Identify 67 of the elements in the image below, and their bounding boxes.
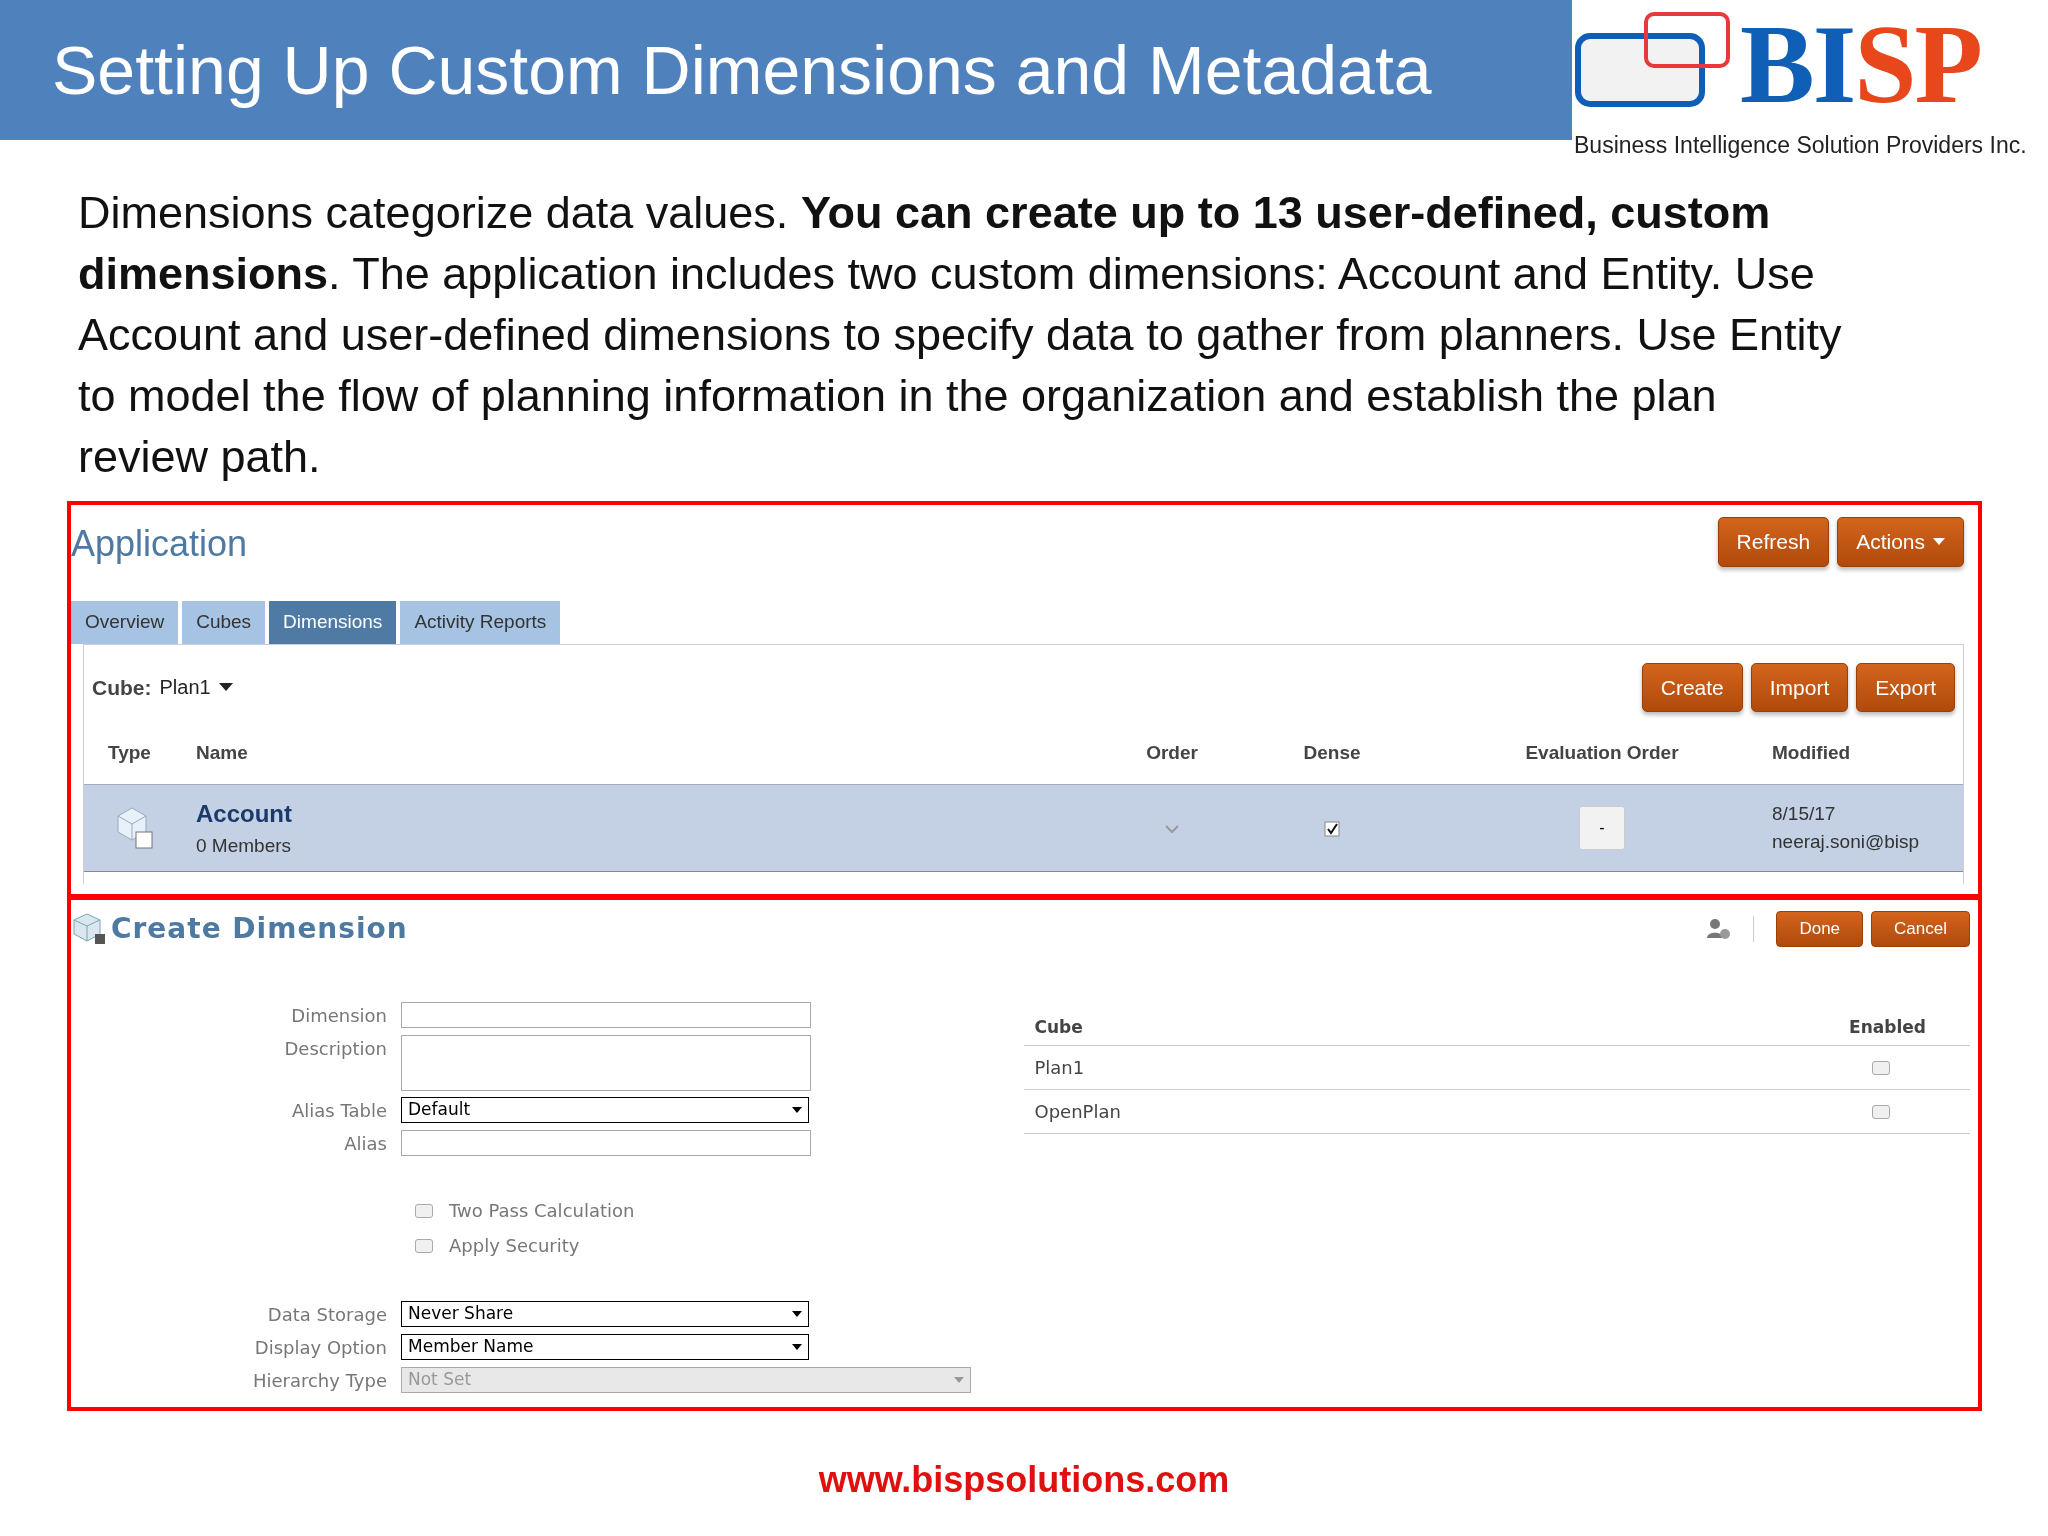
logo-wordmark: BISP [1740,20,1981,110]
table-row[interactable]: Account 0 Members - 8/15/17 neeraj.soni@bisp [84,784,1963,872]
cube-label: Cube: [92,674,152,701]
done-button[interactable]: Done [1776,911,1864,947]
column-header: Cube [1034,1015,1083,1039]
field-label: Description [283,1037,388,1061]
cube-name: OpenPlan [1034,1100,1121,1124]
dropdown-field[interactable]: Default [401,1097,809,1123]
caret-icon [792,1344,802,1350]
toolbar-button[interactable]: Import [1750,662,1849,712]
page-title: Application [71,522,248,566]
checkbox-label: Two Pass Calculation [449,1199,635,1223]
panel-title: Create Dimension [111,911,408,947]
intro-paragraph: Dimensions categorize data values. You can create up to 13 user-defined, custom dimensions. The application includes two custom dimensions: Account and Entity. Use Account and user-defined dimensions to specify data to gather from planners. Use Entity to model the flow of planning information in the organization and establish the plan review path. [78,186,1843,484]
cube-icon [71,912,107,946]
toolbar-button[interactable]: Export [1856,662,1955,712]
checkbox[interactable] [415,1238,433,1253]
tab[interactable]: Cubes [182,601,266,644]
tab[interactable]: Activity Reports [400,601,561,644]
caret-icon [792,1107,802,1113]
caret-icon [1933,537,1945,546]
column-header: Order [1146,741,1198,763]
field-label: Data Storage [266,1303,388,1327]
text-field[interactable] [401,1002,811,1028]
chevron-icon [1165,824,1179,833]
website-link[interactable]: www.bispsolutions.com [818,1459,1230,1500]
checkbox[interactable] [1324,820,1340,837]
column-header: Name [196,741,248,763]
slide-title: Setting Up Custom Dimensions and Metadata [52,31,1432,110]
checkbox[interactable] [415,1203,433,1218]
checkbox[interactable] [1872,1104,1890,1119]
caret-icon [792,1311,802,1317]
checkbox[interactable] [1872,1060,1890,1075]
column-header: Modified [1772,741,1851,763]
cancel-button[interactable]: Cancel [1871,911,1970,947]
tab[interactable]: Dimensions [269,601,397,644]
text-field[interactable] [401,1130,811,1156]
modified-date: 8/15/17 [1772,801,1837,826]
evaluation-order-button[interactable]: - [1579,806,1625,850]
column-header: Enabled [1849,1015,1926,1039]
actions-menu-button[interactable]: Actions [1837,517,1964,567]
field-label: Display Option [253,1336,388,1360]
logo-tagline: Business Intelligence Solution Providers Inc. [1574,131,2028,160]
modified-by: neeraj.soni@bisp [1772,830,1921,854]
column-header: Dense [1303,741,1361,763]
field-label: Hierarchy Type [251,1369,388,1393]
member-count: 0 Members [196,833,293,858]
column-header: Type [108,741,151,763]
dimension-name[interactable]: Account [196,795,1112,832]
tab[interactable]: Overview [71,601,179,644]
cube-selector[interactable]: Plan1 [159,672,211,703]
dropdown-field[interactable]: Never Share [401,1301,809,1327]
user-settings-icon [1707,918,1732,940]
field-label: Alias [343,1132,388,1156]
dropdown-field[interactable]: Member Name [401,1334,809,1360]
field-label: Dimension [290,1004,388,1028]
caret-icon [218,682,233,692]
dropdown-field: Not Set [401,1367,971,1393]
column-header: Evaluation Order [1525,741,1679,763]
text-area[interactable] [401,1035,811,1091]
cube-name: Plan1 [1034,1056,1085,1080]
cube-icon [114,806,154,850]
refresh-button[interactable]: Refresh [1717,517,1830,567]
field-label: Alias Table [291,1099,388,1123]
checkbox-label: Apply Security [449,1234,580,1258]
toolbar-button[interactable]: Create [1641,662,1743,712]
caret-icon [954,1377,964,1383]
